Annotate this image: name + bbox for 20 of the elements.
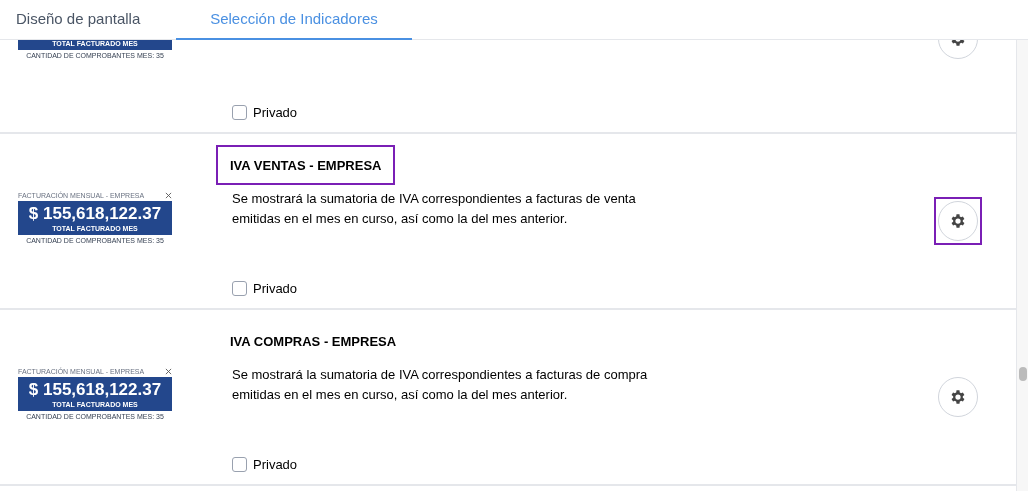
indicator-description: Se mostrará la sumatoria de IVA correspondientes a facturas de compra emitidas en el mes en curso, así como la del mes anterior. [232,366,649,404]
gear-icon [949,212,967,230]
privado-label: Privado [253,103,298,122]
privado-checkbox[interactable] [232,456,247,472]
privado-checkbox[interactable] [232,280,247,296]
preview-amount: $ 155,618,122.37 [28,203,162,225]
privado-label: Privado [253,279,298,298]
scrollbar-thumb[interactable] [1019,367,1027,381]
indicator-title: IVA VENTAS - EMPRESA [230,158,382,173]
settings-button[interactable] [938,377,978,417]
indicator-description: Se mostrará la sumatoria de IVA correspondientes a facturas de venta emitidas en el mes en curso, así como la del mes anterior. [232,190,637,228]
gear-icon [949,388,967,406]
privado-checkbox[interactable] [232,104,247,120]
privado-label: Privado [253,455,298,474]
scrollbar[interactable] [1016,40,1028,491]
close-icon [165,367,172,375]
preview-amount: $ 155,618,122.37 [28,379,162,401]
indicator-title: IVA COMPRAS - EMPRESA [230,334,397,349]
close-icon [165,191,172,199]
tab[interactable]: Diseño de pantalla [0,0,176,40]
